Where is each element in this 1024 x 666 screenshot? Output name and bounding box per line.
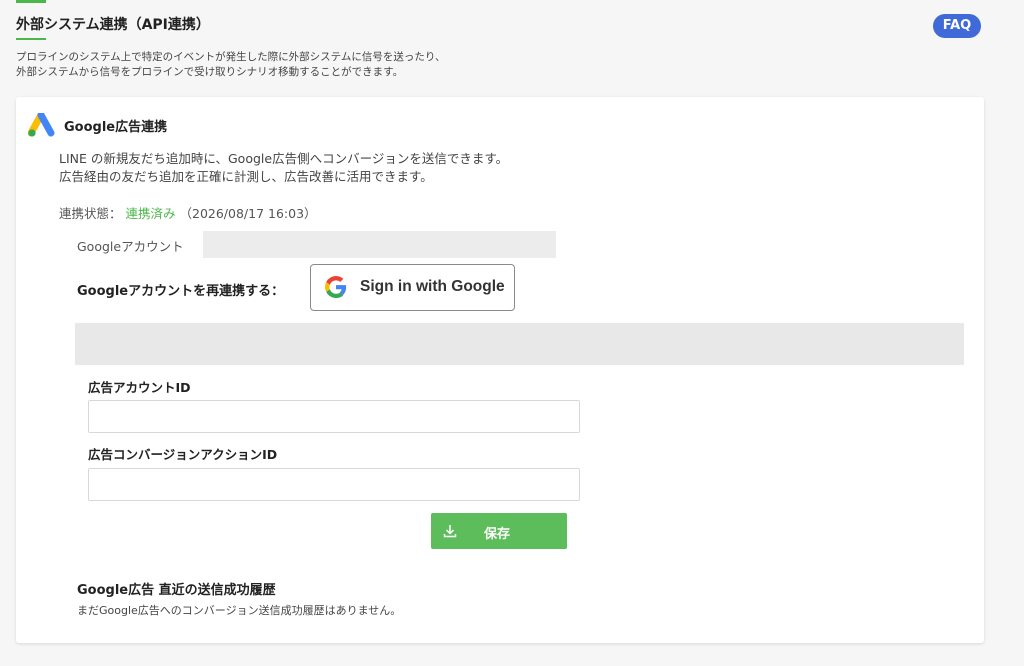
history-empty-message: まだGoogle広告へのコンバージョン送信成功履歴はありません。 <box>77 604 402 617</box>
card-title: Google広告連携 <box>64 120 168 135</box>
sign-in-button-label: Sign in with Google <box>360 278 505 295</box>
ad-account-id-input[interactable] <box>88 400 580 433</box>
title-underline <box>16 38 46 40</box>
conversion-action-id-input[interactable] <box>88 468 580 501</box>
download-icon <box>443 525 457 538</box>
google-ads-card: Google広告連携 LINE の新規友だち追加時に、Google広告側へコンバ… <box>16 97 984 643</box>
description-line-1: プロラインのシステム上で特定のイベントが発生した際に外部システムに信号を送ったり… <box>16 51 446 63</box>
status-value: 連携済み <box>125 206 176 221</box>
save-button[interactable]: 保存 <box>431 513 567 549</box>
ad-account-id-label: 広告アカウントID <box>88 380 191 395</box>
description-line-2: 外部システムから信号をプロラインで受け取りシナリオ移動することができます。 <box>16 66 404 78</box>
google-g-icon <box>325 276 347 298</box>
status-timestamp: （2026/08/17 16:03） <box>179 206 317 221</box>
page-description: プロラインのシステム上で特定のイベントが発生した際に外部システムに信号を送ったり… <box>16 50 445 80</box>
intro-line-2: 広告経由の友だち追加を正確に計測し、広告改善に活用できます。 <box>59 169 433 184</box>
google-account-label: Googleアカウント <box>77 239 184 254</box>
gray-bar <box>75 323 964 365</box>
faq-button[interactable]: FAQ <box>933 14 981 38</box>
link-status: 連携状態： 連携済み （2026/08/17 16:03） <box>59 203 317 222</box>
save-button-label: 保存 <box>484 527 511 542</box>
relink-label: Googleアカウントを再連携する： <box>77 284 285 299</box>
conversion-action-id-label: 広告コンバージョンアクションID <box>88 447 278 462</box>
status-label: 連携状態： <box>59 206 122 221</box>
intro-line-1: LINE の新規友だち追加時に、Google広告側へコンバージョンを送信できます… <box>59 151 509 166</box>
sign-in-with-google-button[interactable]: Sign in with Google <box>310 264 515 311</box>
google-account-value <box>203 231 556 258</box>
google-ads-logo-icon <box>28 113 55 137</box>
card-intro: LINE の新規友だち追加時に、Google広告側へコンバージョンを送信できます… <box>59 150 508 186</box>
page-header: 外部システム連携（API連携） FAQ プロラインのシステム上で特定のイベントが… <box>0 0 1024 90</box>
history-title: Google広告 直近の送信成功履歴 <box>77 583 276 598</box>
page-title: 外部システム連携（API連携） <box>16 17 210 33</box>
